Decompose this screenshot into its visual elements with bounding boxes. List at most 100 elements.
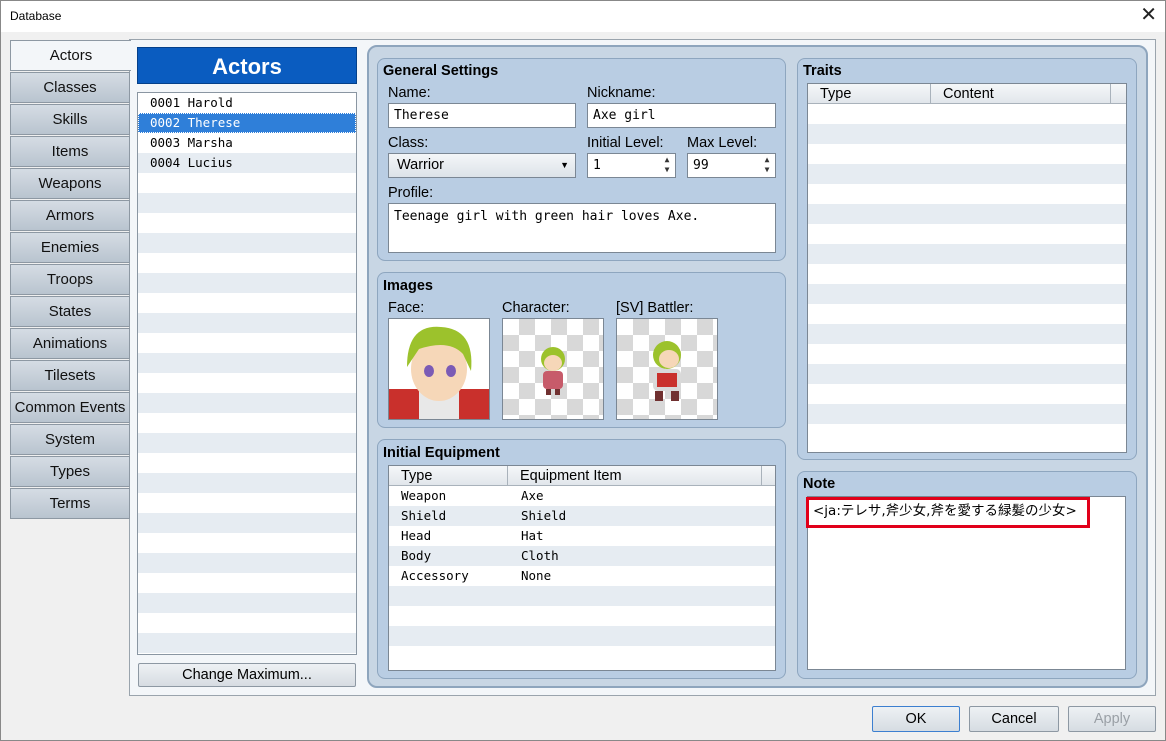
- list-item-selected[interactable]: 0002 Therese: [138, 113, 356, 133]
- list-item[interactable]: [138, 453, 356, 473]
- list-item[interactable]: [138, 213, 356, 233]
- tab-tilesets[interactable]: Tilesets: [10, 360, 130, 391]
- list-item[interactable]: [138, 553, 356, 573]
- close-icon[interactable]: ✕: [1140, 5, 1157, 25]
- list-item[interactable]: 0001 Harold: [138, 93, 356, 113]
- list-item[interactable]: [138, 573, 356, 593]
- tab-terms[interactable]: Terms: [10, 488, 130, 519]
- list-item[interactable]: [138, 233, 356, 253]
- list-item[interactable]: 0004 Lucius: [138, 153, 356, 173]
- window-title: Database: [10, 9, 62, 23]
- tab-troops[interactable]: Troops: [10, 264, 130, 295]
- table-row[interactable]: [808, 184, 1126, 204]
- ok-button[interactable]: OK: [872, 706, 960, 732]
- spin-arrows-icon[interactable]: ▲ ▼: [761, 155, 773, 176]
- general-settings-title: General Settings: [383, 63, 499, 79]
- table-row[interactable]: [389, 606, 775, 626]
- col-type[interactable]: Type: [808, 84, 931, 104]
- table-row[interactable]: [389, 646, 775, 666]
- list-item[interactable]: [138, 173, 356, 193]
- list-item[interactable]: [138, 633, 356, 653]
- list-item[interactable]: [138, 493, 356, 513]
- table-row[interactable]: [389, 626, 775, 646]
- name-label: Name:: [388, 85, 431, 101]
- face-image[interactable]: [388, 318, 490, 420]
- battler-image[interactable]: [616, 318, 718, 420]
- apply-button[interactable]: Apply: [1068, 706, 1156, 732]
- tab-types[interactable]: Types: [10, 456, 130, 487]
- list-item[interactable]: [138, 273, 356, 293]
- table-row[interactable]: [808, 424, 1126, 444]
- list-item[interactable]: [138, 373, 356, 393]
- list-item[interactable]: [138, 613, 356, 633]
- face-label: Face:: [388, 300, 425, 316]
- cancel-button[interactable]: Cancel: [969, 706, 1059, 732]
- list-item[interactable]: [138, 333, 356, 353]
- table-row[interactable]: [389, 586, 775, 606]
- tab-classes[interactable]: Classes: [10, 72, 130, 103]
- change-maximum-button[interactable]: Change Maximum...: [138, 663, 356, 687]
- name-field[interactable]: Therese: [388, 103, 576, 128]
- list-item[interactable]: [138, 193, 356, 213]
- tab-items[interactable]: Items: [10, 136, 130, 167]
- table-row[interactable]: Head Hat: [389, 526, 775, 546]
- tab-weapons[interactable]: Weapons: [10, 168, 130, 199]
- profile-field[interactable]: Teenage girl with green hair loves Axe.: [388, 203, 776, 253]
- col-equipment-item[interactable]: Equipment Item: [508, 466, 762, 486]
- equipment-table[interactable]: Type Equipment Item Weapon Axe Shield Shie…: [388, 465, 776, 671]
- list-item[interactable]: [138, 313, 356, 333]
- table-row[interactable]: Body Cloth: [389, 546, 775, 566]
- note-text-highlighted[interactable]: <ja:テレサ,斧少女,斧を愛する緑髪の少女>: [806, 497, 1090, 528]
- cell-item: Axe: [521, 488, 544, 503]
- list-item[interactable]: [138, 513, 356, 533]
- list-item[interactable]: [138, 393, 356, 413]
- actors-list-header: Actors: [137, 47, 357, 84]
- table-row[interactable]: [808, 324, 1126, 344]
- table-row[interactable]: [808, 344, 1126, 364]
- character-image[interactable]: [502, 318, 604, 420]
- list-item[interactable]: [138, 413, 356, 433]
- table-row[interactable]: [808, 364, 1126, 384]
- list-item[interactable]: [138, 253, 356, 273]
- col-content[interactable]: Content: [931, 84, 1111, 104]
- list-item[interactable]: [138, 593, 356, 613]
- table-row[interactable]: [808, 124, 1126, 144]
- table-row[interactable]: Accessory None: [389, 566, 775, 586]
- table-row[interactable]: [808, 304, 1126, 324]
- table-row[interactable]: [808, 164, 1126, 184]
- tab-armors[interactable]: Armors: [10, 200, 130, 231]
- initial-level-stepper[interactable]: 1 ▲ ▼: [587, 153, 676, 178]
- cell-item: Hat: [521, 528, 544, 543]
- table-row[interactable]: [808, 144, 1126, 164]
- table-row[interactable]: [808, 264, 1126, 284]
- tab-common-events[interactable]: Common Events: [10, 392, 130, 423]
- table-row[interactable]: Weapon Axe: [389, 486, 775, 506]
- list-item[interactable]: 0003 Marsha: [138, 133, 356, 153]
- class-select[interactable]: Warrior ▼: [388, 153, 576, 178]
- tab-skills[interactable]: Skills: [10, 104, 130, 135]
- table-row[interactable]: Shield Shield: [389, 506, 775, 526]
- traits-table[interactable]: Type Content: [807, 83, 1127, 453]
- max-level-stepper[interactable]: 99 ▲ ▼: [687, 153, 776, 178]
- list-item[interactable]: [138, 433, 356, 453]
- spin-arrows-icon[interactable]: ▲ ▼: [661, 155, 673, 176]
- list-item[interactable]: [138, 353, 356, 373]
- list-item[interactable]: [138, 533, 356, 553]
- table-row[interactable]: [808, 204, 1126, 224]
- tab-system[interactable]: System: [10, 424, 130, 455]
- table-row[interactable]: [808, 104, 1126, 124]
- tab-states[interactable]: States: [10, 296, 130, 327]
- table-row[interactable]: [808, 224, 1126, 244]
- actor-list[interactable]: 0001 Harold 0002 Therese 0003 Marsha 000…: [137, 92, 357, 655]
- list-item[interactable]: [138, 473, 356, 493]
- table-row[interactable]: [808, 404, 1126, 424]
- tab-animations[interactable]: Animations: [10, 328, 130, 359]
- list-item[interactable]: [138, 293, 356, 313]
- tab-actors[interactable]: Actors: [10, 40, 131, 71]
- tab-enemies[interactable]: Enemies: [10, 232, 130, 263]
- table-row[interactable]: [808, 384, 1126, 404]
- table-row[interactable]: [808, 244, 1126, 264]
- col-type[interactable]: Type: [389, 466, 508, 486]
- table-row[interactable]: [808, 284, 1126, 304]
- nickname-field[interactable]: Axe girl: [587, 103, 776, 128]
